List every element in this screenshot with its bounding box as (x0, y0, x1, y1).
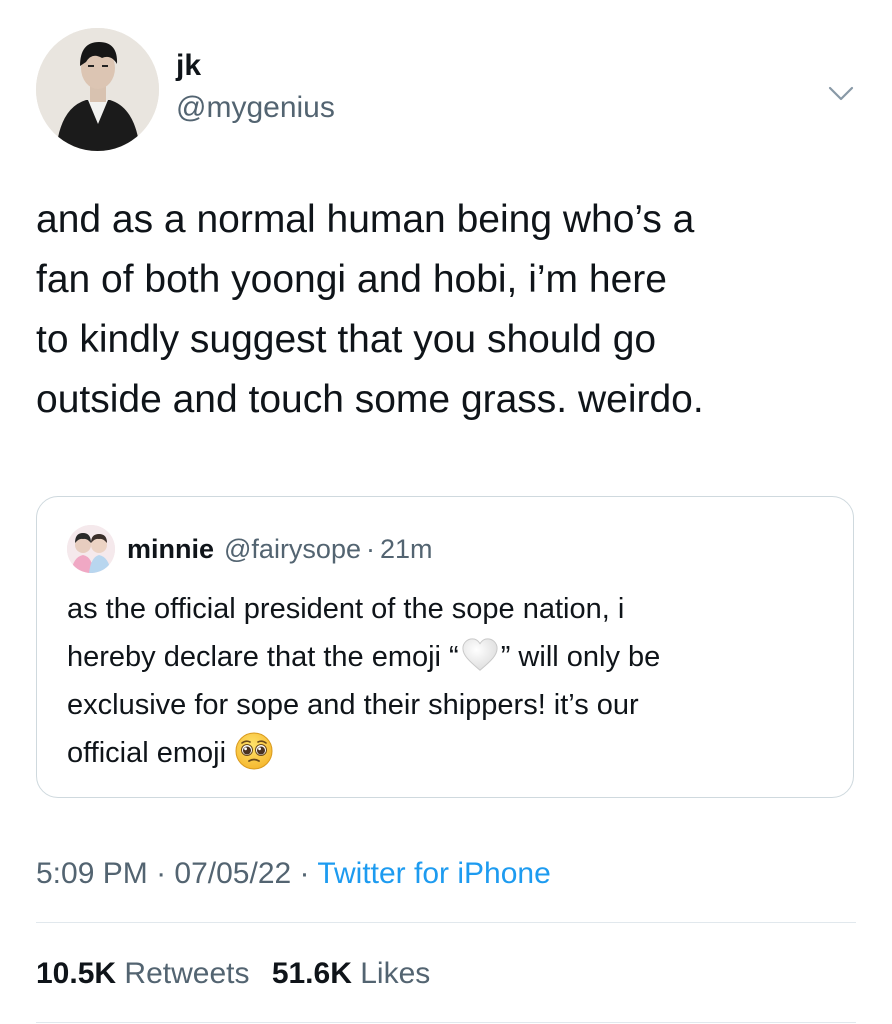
quoted-author-avatar (67, 525, 115, 573)
pleading-face-emoji-icon (235, 732, 273, 770)
tweet-time[interactable]: 5:09 PM (36, 857, 148, 890)
quoted-tweet-header: minnie @fairysope · 21m (67, 525, 433, 573)
tweet-body: and as a normal human being who’s a fan … (36, 190, 866, 430)
retweets-stat[interactable]: 10.5K Retweets (36, 957, 249, 990)
avatar-photo-icon (36, 28, 159, 151)
white-heart-emoji-icon (462, 638, 498, 672)
divider (36, 1022, 856, 1023)
likes-label: Likes (360, 957, 431, 990)
meta-separator: · (147, 857, 175, 890)
quoted-handle: @fairysope (224, 533, 361, 564)
quoted-tweet-text: as the official president of the sope na… (67, 585, 837, 777)
tweet-text-line: outside and touch some grass. weirdo. (36, 378, 704, 421)
quoted-text-line: official emoji (67, 729, 837, 777)
tweet-text-line: and as a normal human being who’s a (36, 198, 695, 241)
quoted-text-segment: hereby declare that the emoji “ (67, 641, 459, 673)
quoted-separator: · (365, 533, 375, 564)
retweets-count: 10.5K (36, 957, 117, 990)
meta-separator: · (291, 857, 318, 890)
quoted-text-segment: ” will only be (500, 641, 661, 673)
likes-stat[interactable]: 51.6K Likes (272, 957, 430, 990)
quoted-avatar-photo-icon (67, 525, 115, 573)
tweet-source-link[interactable]: Twitter for iPhone (317, 857, 550, 890)
chevron-down-icon[interactable] (826, 78, 856, 108)
retweets-label: Retweets (124, 957, 250, 990)
divider (36, 922, 856, 923)
quoted-text-line: hereby declare that the emoji “ ” will o… (67, 633, 837, 681)
tweet-stats: 10.5K Retweets 51.6K Likes (36, 952, 444, 996)
likes-count: 51.6K (271, 957, 352, 990)
tweet-text-line: fan of both yoongi and hobi, i’m here (36, 258, 667, 301)
quoted-text-line: as the official president of the sope na… (67, 593, 625, 625)
quoted-text-segment: official emoji (67, 737, 227, 769)
tweet-text-line: to kindly suggest that you should go (36, 318, 657, 361)
quoted-display-name: minnie (127, 533, 215, 564)
author-avatar[interactable] (36, 28, 159, 151)
tweet-header: jk @mygenius (36, 28, 856, 153)
tweet-date[interactable]: 07/05/22 (174, 857, 291, 890)
author-display-name[interactable]: jk (176, 48, 335, 84)
quoted-text-line: exclusive for sope and their shippers! i… (67, 689, 639, 721)
author-handle[interactable]: @mygenius (176, 88, 335, 128)
tweet-meta: 5:09 PM · 07/05/22 · Twitter for iPhone (36, 852, 551, 896)
quoted-timestamp: 21m (379, 533, 433, 564)
quoted-tweet[interactable]: minnie @fairysope · 21m as the official … (36, 496, 854, 798)
